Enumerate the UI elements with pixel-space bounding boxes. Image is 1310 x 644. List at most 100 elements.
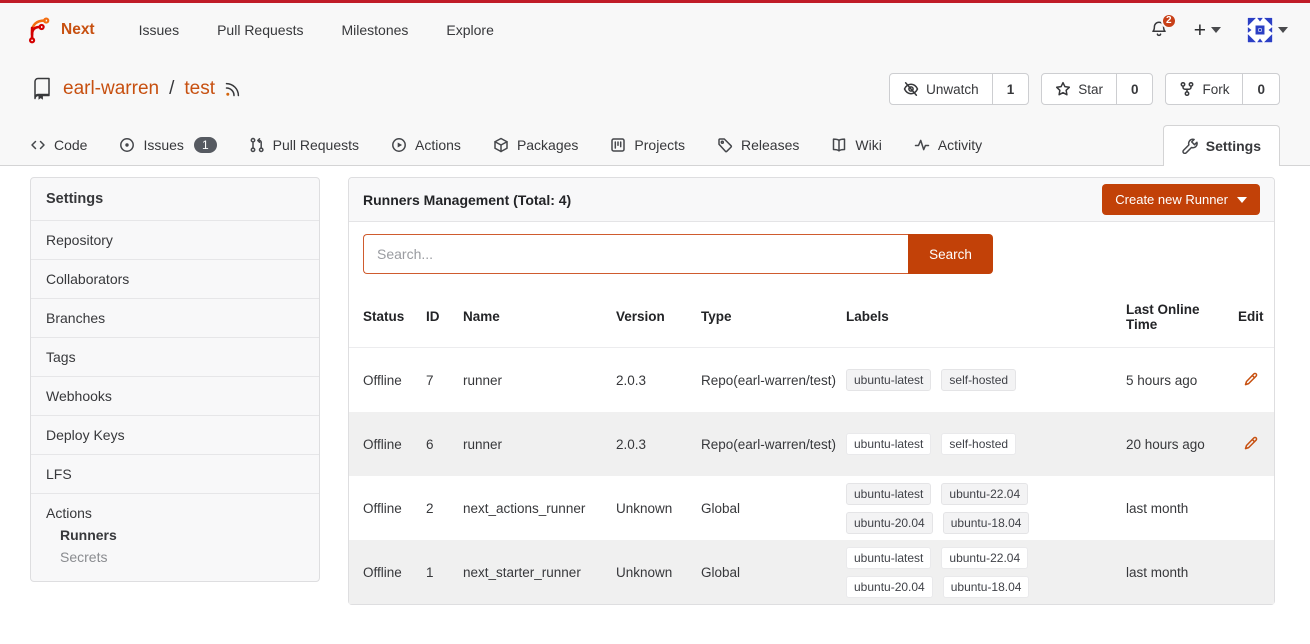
nav-item-milestones[interactable]: Milestones [341, 22, 408, 38]
sidebar-item-branches[interactable]: Branches [31, 299, 319, 338]
settings-sidebar: Settings RepositoryCollaboratorsBranches… [30, 177, 320, 582]
runner-version: 2.0.3 [616, 373, 701, 388]
fork-count[interactable]: 0 [1242, 74, 1279, 104]
pulse-icon [914, 137, 930, 153]
runner-label-badge: ubuntu-20.04 [846, 512, 933, 534]
tab-releases[interactable]: Releases [717, 125, 799, 165]
repo-owner-link[interactable]: earl-warren [63, 78, 159, 100]
tab-activity-label: Activity [938, 137, 982, 153]
star-button[interactable]: Star [1042, 74, 1116, 104]
edit-runner-button[interactable] [1242, 436, 1258, 452]
user-menu[interactable] [1247, 17, 1288, 43]
tab-releases-label: Releases [741, 137, 799, 153]
notification-count-badge: 2 [1161, 13, 1177, 29]
sidebar-group-actions: Actions RunnersSecrets [31, 494, 319, 581]
sidebar-item-runners[interactable]: Runners [46, 521, 304, 543]
runner-status: Offline [363, 373, 426, 388]
star-count[interactable]: 0 [1116, 74, 1153, 104]
runners-table: StatusIDNameVersionTypeLabelsLast Online… [349, 286, 1274, 604]
runner-edit-cell [1238, 372, 1266, 388]
tab-packages-label: Packages [517, 137, 578, 153]
runner-name: runner [463, 373, 616, 388]
repo-action-buttons: Unwatch 1 Star 0 Fork 0 [889, 73, 1280, 105]
runner-label-badge: self-hosted [941, 433, 1016, 455]
create-new-runner-label: Create new Runner [1115, 192, 1228, 207]
repo-title: earl-warren / test [30, 77, 242, 101]
tab-projects-label: Projects [634, 137, 685, 153]
sidebar-item-tags[interactable]: Tags [31, 338, 319, 377]
sidebar-title: Settings [31, 178, 319, 221]
runner-status: Offline [363, 501, 426, 516]
runner-status: Offline [363, 437, 426, 452]
sidebar-item-lfs[interactable]: LFS [31, 455, 319, 494]
runner-label-badge: self-hosted [941, 369, 1016, 391]
tab-actions[interactable]: Actions [391, 125, 461, 165]
runner-version: 2.0.3 [616, 437, 701, 452]
star-label: Star [1078, 82, 1103, 97]
edit-runner-button[interactable] [1242, 372, 1258, 388]
unwatch-button[interactable]: Unwatch [890, 74, 992, 104]
sidebar-item-deploy-keys[interactable]: Deploy Keys [31, 416, 319, 455]
project-icon [610, 137, 626, 153]
sidebar-item-secrets[interactable]: Secrets [46, 543, 304, 565]
runner-label-badge: ubuntu-latest [846, 547, 931, 569]
runner-type: Repo(earl-warren/test) [701, 437, 846, 452]
tab-issues-label: Issues [143, 137, 183, 153]
unwatch-count[interactable]: 1 [992, 74, 1029, 104]
tab-activity[interactable]: Activity [914, 125, 982, 165]
repo-tabs: Code Issues1 Pull Requests Actions Packages P… [0, 125, 1310, 166]
create-new-menu[interactable]: + [1194, 20, 1221, 41]
repo-name-link[interactable]: test [184, 78, 215, 100]
runner-id: 7 [426, 373, 463, 388]
tab-wiki[interactable]: Wiki [831, 125, 881, 165]
sidebar-item-webhooks[interactable]: Webhooks [31, 377, 319, 416]
create-new-runner-button[interactable]: Create new Runner [1102, 184, 1260, 215]
sidebar-item-actions[interactable]: Actions [46, 505, 304, 521]
nav-item-issues[interactable]: Issues [139, 22, 179, 38]
nav-item-explore[interactable]: Explore [446, 22, 493, 38]
eye-slash-icon [903, 81, 919, 97]
runner-row: Offline7runner2.0.3Repo(earl-warren/test… [349, 348, 1274, 412]
rss-icon[interactable] [224, 80, 242, 98]
runner-label-badge: ubuntu-22.04 [941, 483, 1028, 505]
runner-row: Offline1next_starter_runnerUnknownGlobal… [349, 540, 1274, 604]
tab-issues[interactable]: Issues1 [119, 125, 216, 165]
tab-pull-requests[interactable]: Pull Requests [249, 125, 359, 165]
unwatch-label: Unwatch [926, 82, 979, 97]
chevron-down-icon [1278, 27, 1288, 33]
fork-label: Fork [1202, 82, 1229, 97]
runner-type: Repo(earl-warren/test) [701, 373, 846, 388]
runner-version: Unknown [616, 501, 701, 516]
runner-edit-cell [1238, 436, 1266, 452]
book-icon [831, 137, 847, 153]
search-input[interactable] [363, 234, 908, 274]
tab-settings[interactable]: Settings [1163, 125, 1280, 166]
nav-item-pull-requests[interactable]: Pull Requests [217, 22, 303, 38]
runner-row: Offline2next_actions_runnerUnknownGlobal… [349, 476, 1274, 540]
sidebar-item-repository[interactable]: Repository [31, 221, 319, 260]
search-button[interactable]: Search [908, 234, 993, 274]
sidebar-item-collaborators[interactable]: Collaborators [31, 260, 319, 299]
tab-packages[interactable]: Packages [493, 125, 578, 165]
runner-labels: ubuntu-latest self-hosted [846, 369, 1046, 391]
repo-book-icon [30, 77, 54, 101]
star-button-group: Star 0 [1041, 73, 1153, 105]
forgejo-logo-icon [22, 15, 52, 45]
runner-version: Unknown [616, 565, 701, 580]
runner-labels: ubuntu-latestubuntu-22.04ubuntu-20.04ubu… [846, 547, 1046, 598]
code-icon [30, 137, 46, 153]
chevron-down-icon [1237, 197, 1247, 203]
tab-code[interactable]: Code [30, 125, 87, 165]
runner-id: 1 [426, 565, 463, 580]
runner-last-online-time: last month [1126, 501, 1238, 516]
tab-projects[interactable]: Projects [610, 125, 685, 165]
notifications-button[interactable]: 2 [1150, 20, 1168, 41]
runner-labels: ubuntu-latestubuntu-22.04ubuntu-20.04ubu… [846, 483, 1046, 534]
fork-button[interactable]: Fork [1166, 74, 1242, 104]
runner-label-badge: ubuntu-latest [846, 369, 931, 391]
runner-label-badge: ubuntu-18.04 [943, 512, 1030, 534]
plus-icon: + [1194, 20, 1206, 41]
navbar-right: 2 + [1150, 17, 1288, 43]
home-link[interactable]: Next [22, 15, 95, 45]
runner-name: next_starter_runner [463, 565, 616, 580]
